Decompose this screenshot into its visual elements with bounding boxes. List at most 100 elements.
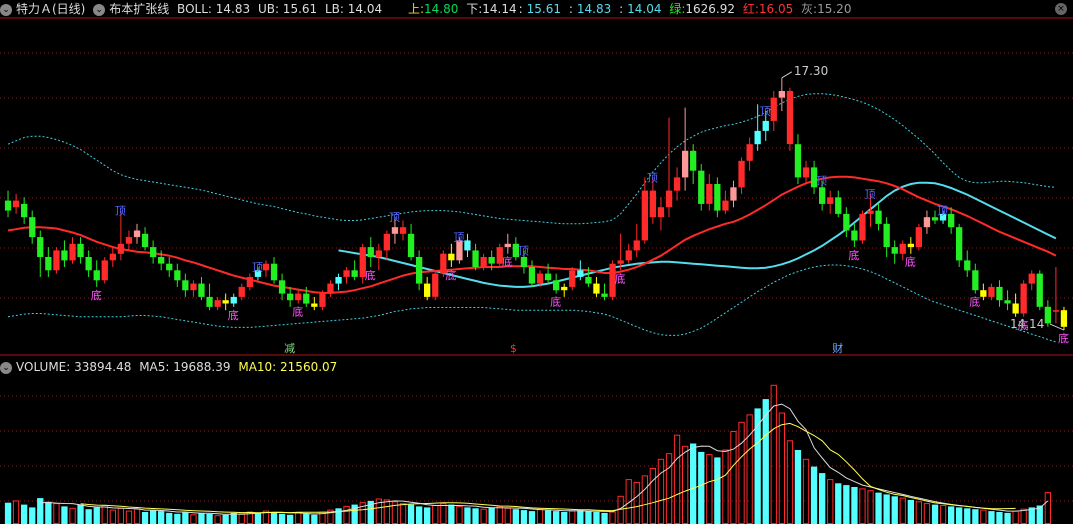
candle-body: [391, 227, 399, 234]
candle-body: [883, 223, 890, 247]
volume-bar: [343, 505, 350, 524]
volume-bar: [254, 512, 262, 524]
volume-bar: [278, 513, 286, 524]
candle-body: [85, 257, 92, 271]
volume-bar: [794, 450, 802, 524]
signal-ding-label: 顶: [389, 211, 400, 224]
signal-ding-label: 顶: [865, 188, 876, 201]
candle-body: [706, 184, 713, 204]
candle-body: [222, 300, 229, 304]
volume-bar: [21, 504, 28, 524]
volume-bar: [907, 499, 914, 524]
candle-body: [553, 280, 560, 291]
candle-body: [690, 150, 697, 171]
candle-body: [561, 286, 568, 291]
candle-body: [843, 213, 850, 231]
volume-bar: [714, 457, 721, 524]
volume-bar: [432, 505, 439, 524]
volume-bar: [69, 507, 76, 524]
candle-body: [536, 273, 544, 284]
candle-body: [1020, 283, 1027, 314]
volume-bar: [561, 512, 568, 524]
candle-body: [722, 200, 729, 211]
candle-body: [270, 263, 278, 281]
volume-bar: [399, 503, 407, 524]
candle-body: [335, 277, 342, 284]
volume-bar: [657, 458, 665, 524]
volume-bar: [101, 505, 108, 524]
candle-body: [295, 293, 302, 301]
volume-bar: [1044, 492, 1051, 524]
candle-body: [762, 120, 769, 131]
volume-bar: [698, 451, 705, 524]
volume-bar: [166, 512, 173, 524]
volume-bar: [37, 498, 44, 524]
volume-bar: [956, 507, 963, 524]
volume-bar: [117, 507, 124, 524]
volume-bar: [214, 515, 221, 524]
candle-body: [174, 270, 181, 281]
volume-bar: [883, 494, 890, 524]
signal-di-label: 底: [292, 305, 303, 319]
volume-bar: [416, 506, 423, 524]
volume-bar: [464, 507, 471, 524]
candle-body: [77, 243, 84, 258]
volume-bar: [198, 512, 205, 524]
volume-bar: [440, 503, 447, 524]
candle-body: [738, 160, 745, 188]
event-marker: 减: [284, 342, 295, 355]
volume-bar: [939, 505, 947, 524]
volume-bar: [665, 453, 673, 524]
volume-bar: [964, 508, 971, 524]
volume-bar: [633, 481, 640, 524]
candle-body: [714, 184, 721, 211]
candle-body: [327, 283, 334, 294]
volume-bar: [553, 511, 560, 524]
candle-body: [448, 253, 455, 261]
volume-bar: [29, 507, 36, 524]
candle-body: [915, 227, 922, 248]
candle-body: [746, 144, 753, 161]
candle-body: [480, 257, 487, 267]
candle-body: [101, 260, 108, 281]
volume-bar: [12, 500, 20, 524]
volume-bar: [641, 475, 649, 524]
candle-body: [835, 197, 842, 214]
signal-di-label: 底: [848, 248, 859, 262]
kline-chart[interactable]: 17.3014.14底底 底底 底底底底底底底底底顶顶顶顶顶顶顶顶顶顶减 $ 财: [0, 0, 1073, 524]
volume-bar: [424, 507, 431, 524]
candle-body: [577, 270, 584, 277]
candle-body: [166, 263, 173, 271]
candle-body: [964, 260, 971, 271]
signal-ding-label: 顶: [760, 105, 771, 118]
volume-bar: [827, 479, 834, 524]
candle-body: [1012, 303, 1019, 314]
volume-bar: [569, 510, 576, 524]
signal-ding-label: 顶: [816, 175, 827, 188]
signal-ding-label: 顶: [252, 261, 263, 274]
candle-body: [1060, 310, 1068, 327]
volume-bar: [851, 487, 858, 524]
candle-body: [158, 257, 165, 264]
volume-bar: [45, 501, 52, 524]
signal-di-label: 底: [1018, 318, 1029, 332]
candle-body: [673, 177, 681, 191]
candle-body: [214, 300, 221, 307]
volume-bar: [222, 514, 229, 524]
candle-body: [141, 233, 149, 248]
volume-bar: [819, 473, 826, 524]
candle-body: [907, 243, 914, 248]
candle-body: [343, 270, 350, 277]
signal-ding-label: 顶: [115, 205, 126, 218]
volume-bar: [85, 509, 92, 524]
candle-body: [45, 257, 52, 271]
candle-body: [1052, 310, 1060, 312]
volume-bar: [335, 508, 342, 524]
volume-bar: [174, 513, 181, 524]
candle-body: [53, 250, 60, 271]
candle-body: [133, 230, 141, 238]
candle-body: [770, 97, 777, 121]
candle-body: [150, 247, 157, 258]
candle-body: [931, 217, 939, 221]
candle-body: [230, 296, 237, 304]
